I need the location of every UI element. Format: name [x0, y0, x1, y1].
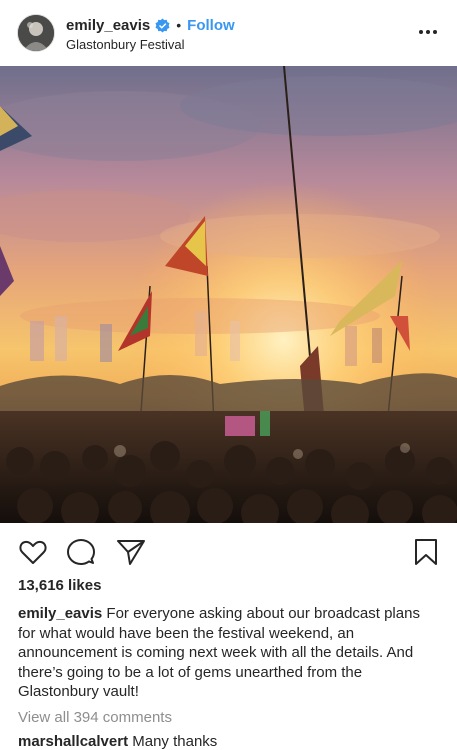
verified-badge-icon [155, 18, 170, 33]
comment-item: marshallcalvert Many thanks [18, 733, 217, 750]
paper-plane-icon[interactable] [116, 537, 146, 567]
user-line: emily_eavis • Follow [66, 15, 235, 35]
likes-count[interactable]: 13,616 likes [18, 577, 101, 594]
action-bar [0, 523, 457, 579]
post-caption: emily_eavis For everyone asking about ou… [18, 604, 438, 702]
caption-username[interactable]: emily_eavis [18, 605, 102, 622]
location-link[interactable]: Glastonbury Festival [66, 37, 185, 52]
comment-icon[interactable] [66, 537, 96, 567]
avatar[interactable] [17, 14, 55, 52]
post-photo[interactable] [0, 66, 457, 523]
follow-button[interactable]: Follow [187, 17, 235, 34]
heart-icon[interactable] [18, 537, 48, 567]
view-all-comments-link[interactable]: View all 394 comments [18, 709, 172, 726]
separator-dot: • [176, 17, 182, 33]
username[interactable]: emily_eavis [66, 17, 150, 34]
post-header: emily_eavis • Follow Glastonbury Festiva… [0, 0, 457, 66]
bookmark-icon[interactable] [411, 537, 441, 567]
more-horizontal-icon[interactable] [417, 22, 439, 42]
comment-username[interactable]: marshallcalvert [18, 733, 128, 750]
comment-text: Many thanks [132, 733, 218, 750]
